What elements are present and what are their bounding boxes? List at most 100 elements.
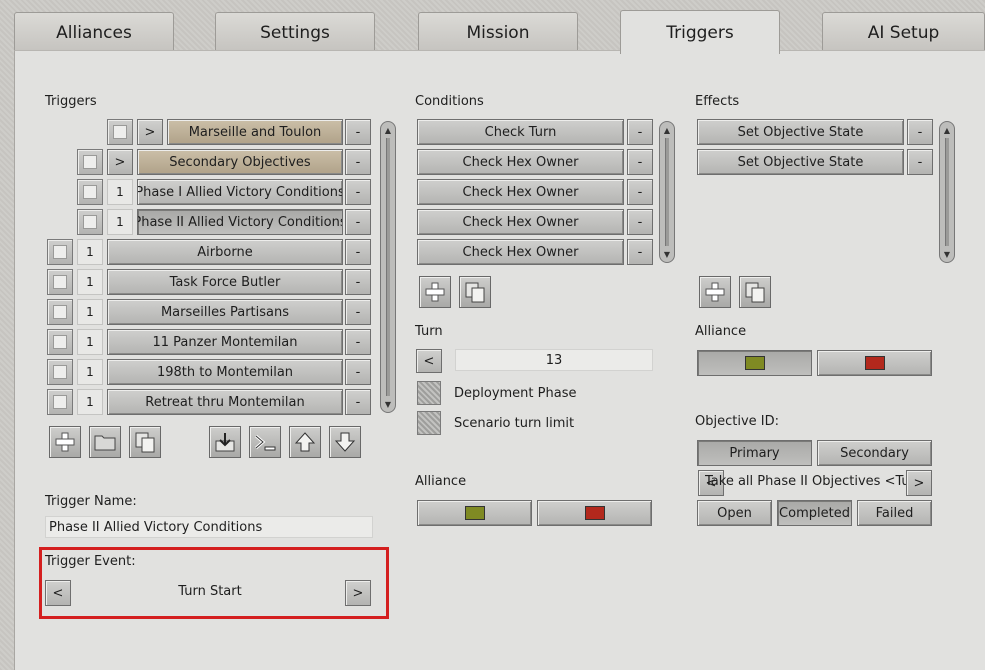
scroll-down-icon[interactable]: ▼: [940, 247, 954, 261]
trigger-item[interactable]: Task Force Butler: [107, 269, 343, 295]
script-trigger-button[interactable]: [249, 426, 281, 458]
move-up-button[interactable]: [289, 426, 321, 458]
tab-triggers[interactable]: Triggers: [620, 10, 780, 54]
trigger-name-field[interactable]: Phase II Allied Victory Conditions: [45, 516, 373, 538]
scroll-track[interactable]: [386, 138, 390, 396]
checkbox-box-icon: [83, 215, 97, 229]
effect-alliance-1-button[interactable]: [697, 350, 812, 376]
trigger-item[interactable]: 11 Panzer Montemilan: [107, 329, 343, 355]
effect-alliance-2-button[interactable]: [817, 350, 932, 376]
scroll-up-icon[interactable]: ▲: [660, 123, 674, 137]
add-condition-button[interactable]: [419, 276, 451, 308]
state-failed-button[interactable]: Failed: [857, 500, 932, 526]
conditions-heading: Conditions: [415, 94, 484, 109]
trigger-item[interactable]: Secondary Objectives: [137, 149, 343, 175]
checkbox-box-icon: [53, 395, 67, 409]
trigger-enable-checkbox[interactable]: [47, 389, 73, 415]
effect-list-scrollbar[interactable]: ▲ ▼: [939, 121, 955, 263]
scroll-up-icon[interactable]: ▲: [940, 123, 954, 137]
copy-effect-button[interactable]: [739, 276, 771, 308]
remove-trigger-button[interactable]: -: [345, 149, 371, 175]
tab-ai-setup[interactable]: AI Setup: [822, 12, 985, 52]
condition-item-label: Check Hex Owner: [462, 184, 579, 200]
trigger-item-label: Secondary Objectives: [169, 154, 311, 170]
scroll-track[interactable]: [665, 138, 669, 246]
remove-trigger-button[interactable]: -: [345, 209, 371, 235]
remove-trigger-button[interactable]: -: [345, 359, 371, 385]
effect-item[interactable]: Set Objective State: [697, 119, 904, 145]
remove-condition-item-button[interactable]: -: [627, 179, 653, 205]
import-trigger-button[interactable]: [209, 426, 241, 458]
tab-mission[interactable]: Mission: [418, 12, 578, 52]
remove-condition-item-button[interactable]: -: [627, 239, 653, 265]
turn-prev-button[interactable]: <: [416, 349, 442, 373]
state-completed-button[interactable]: Completed: [777, 500, 852, 526]
scroll-track[interactable]: [945, 138, 949, 246]
condition-alliance-1-button[interactable]: [417, 500, 532, 526]
remove-trigger-button[interactable]: -: [345, 299, 371, 325]
move-down-button[interactable]: [329, 426, 361, 458]
deployment-phase-checkbox[interactable]: [417, 381, 441, 405]
remove-trigger-button[interactable]: -: [345, 269, 371, 295]
trigger-item[interactable]: Marseilles Partisans: [107, 299, 343, 325]
remove-trigger-button[interactable]: -: [345, 329, 371, 355]
trigger-enable-checkbox[interactable]: [107, 119, 133, 145]
trigger-item[interactable]: Marseille and Toulon: [167, 119, 343, 145]
scroll-down-icon[interactable]: ▼: [381, 397, 395, 411]
trigger-enable-checkbox[interactable]: [47, 269, 73, 295]
objective-secondary-button[interactable]: Secondary: [817, 440, 932, 466]
trigger-enable-checkbox[interactable]: [47, 329, 73, 355]
condition-item[interactable]: Check Hex Owner: [417, 239, 624, 265]
trigger-item[interactable]: Retreat thru Montemilan: [107, 389, 343, 415]
condition-item[interactable]: Check Turn: [417, 119, 624, 145]
condition-list-scrollbar[interactable]: ▲ ▼: [659, 121, 675, 263]
trigger-enable-checkbox[interactable]: [77, 179, 103, 205]
checkbox-box-icon: [53, 335, 67, 349]
state-open-button[interactable]: Open: [697, 500, 772, 526]
remove-effect-item-button[interactable]: -: [907, 149, 933, 175]
add-folder-button[interactable]: [89, 426, 121, 458]
tab-alliances[interactable]: Alliances: [14, 12, 174, 52]
condition-item[interactable]: Check Hex Owner: [417, 149, 624, 175]
trigger-expand-button[interactable]: >: [107, 149, 133, 175]
remove-trigger-button[interactable]: -: [345, 239, 371, 265]
objective-primary-button[interactable]: Primary: [697, 440, 812, 466]
condition-item-label: Check Hex Owner: [462, 214, 579, 230]
remove-effect-item-button[interactable]: -: [907, 119, 933, 145]
copy-condition-button[interactable]: [459, 276, 491, 308]
scroll-up-icon[interactable]: ▲: [381, 123, 395, 137]
trigger-item[interactable]: 198th to Montemilan: [107, 359, 343, 385]
objective-value: Take all Phase II Objectives <Turn 13: [705, 474, 925, 489]
condition-alliance-2-button[interactable]: [537, 500, 652, 526]
condition-item[interactable]: Check Hex Owner: [417, 209, 624, 235]
trigger-item[interactable]: Phase II Allied Victory Conditions: [137, 209, 343, 235]
effect-item[interactable]: Set Objective State: [697, 149, 904, 175]
remove-trigger-button[interactable]: -: [345, 389, 371, 415]
trigger-item[interactable]: Airborne: [107, 239, 343, 265]
add-trigger-button[interactable]: [49, 426, 81, 458]
remove-condition-item-button[interactable]: -: [627, 149, 653, 175]
console-icon: [255, 434, 276, 451]
scenario-turn-limit-checkbox[interactable]: [417, 411, 441, 435]
remove-trigger-button[interactable]: -: [345, 119, 371, 145]
condition-item[interactable]: Check Hex Owner: [417, 179, 624, 205]
trigger-enable-checkbox[interactable]: [77, 149, 103, 175]
trigger-enable-checkbox[interactable]: [47, 359, 73, 385]
trigger-expand-button[interactable]: >: [137, 119, 163, 145]
objective-next-button[interactable]: >: [906, 470, 932, 496]
trigger-index: 1: [77, 269, 103, 295]
trigger-enable-checkbox[interactable]: [77, 209, 103, 235]
turn-value-field[interactable]: 13: [455, 349, 653, 371]
trigger-enable-checkbox[interactable]: [47, 239, 73, 265]
trigger-enable-checkbox[interactable]: [47, 299, 73, 325]
trigger-item[interactable]: Phase I Allied Victory Conditions: [137, 179, 343, 205]
tab-settings[interactable]: Settings: [215, 12, 375, 52]
copy-trigger-button[interactable]: [129, 426, 161, 458]
remove-condition-item-button[interactable]: -: [627, 119, 653, 145]
scroll-down-icon[interactable]: ▼: [660, 247, 674, 261]
add-effect-button[interactable]: [699, 276, 731, 308]
remove-trigger-button[interactable]: -: [345, 179, 371, 205]
trigger-list-scrollbar[interactable]: ▲ ▼: [380, 121, 396, 413]
trigger-item-label: Marseille and Toulon: [188, 124, 322, 140]
remove-condition-item-button[interactable]: -: [627, 209, 653, 235]
